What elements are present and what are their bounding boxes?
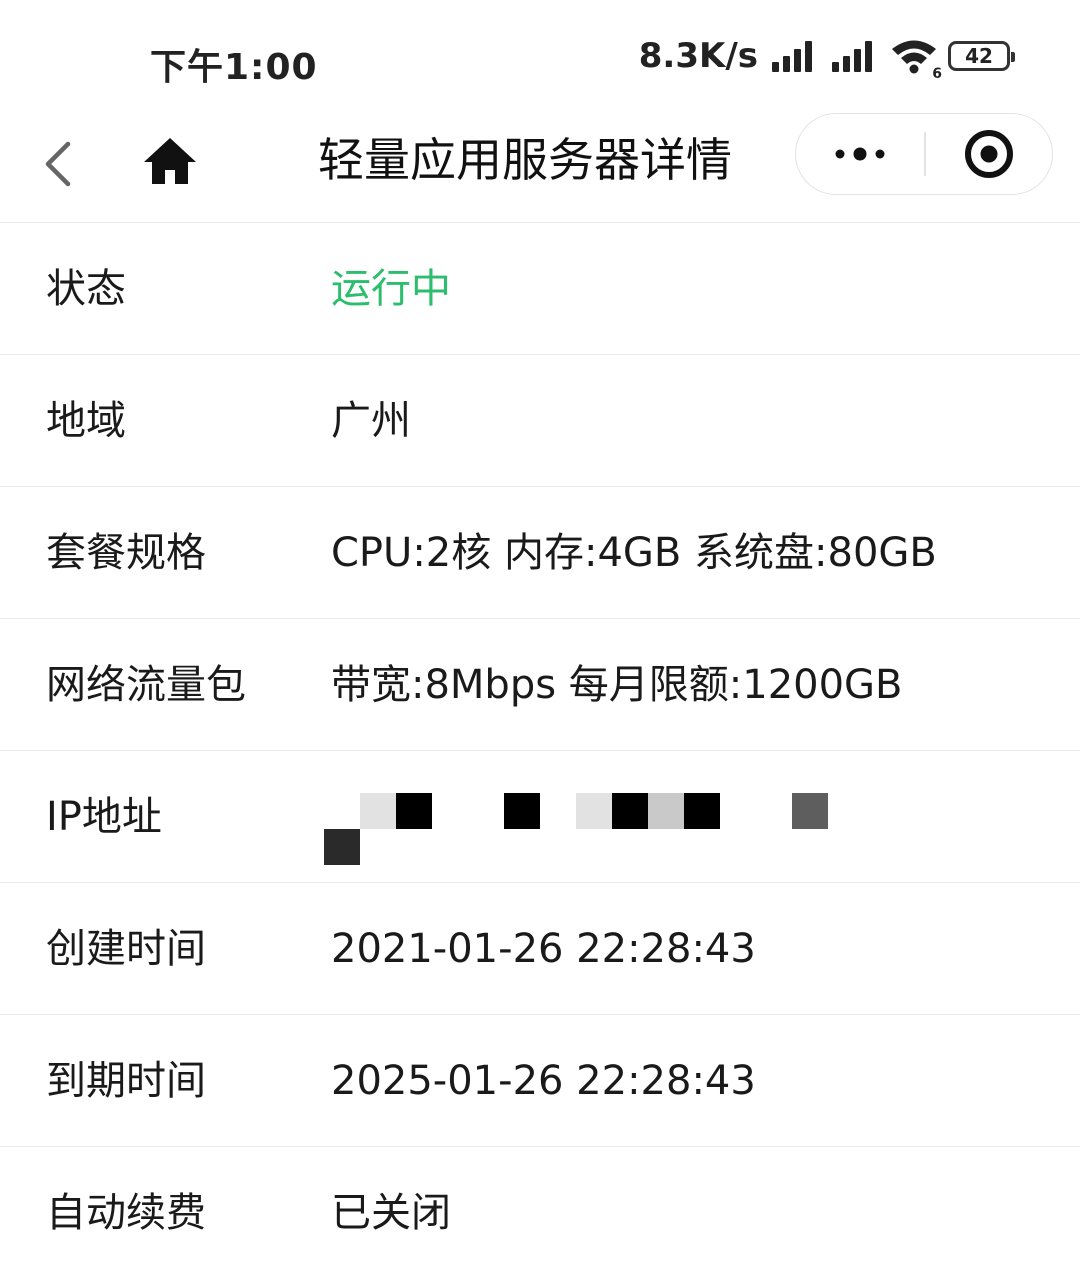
wifi-icon: 6 (890, 38, 942, 82)
battery-level: 42 (965, 44, 993, 68)
more-button[interactable] (796, 114, 924, 194)
row-label: 网络流量包 (46, 662, 246, 708)
status-time: 下午1:00 (150, 47, 318, 88)
mini-program-capsule (795, 113, 1053, 195)
chevron-left-icon (45, 141, 71, 187)
traffic-value: 带宽:8Mbps 每月限额:1200GB (331, 662, 903, 708)
home-button[interactable] (140, 130, 200, 190)
more-dots-icon (835, 147, 885, 161)
row-label: 地域 (46, 398, 126, 444)
navigation-bar: 轻量应用服务器详情 (0, 110, 1080, 220)
auto-renew-value: 已关闭 (331, 1190, 451, 1236)
page-title: 轻量应用服务器详情 (318, 133, 732, 187)
signal-icon (772, 40, 812, 72)
battery-icon: 42 (948, 41, 1015, 71)
wifi-badge: 6 (932, 66, 942, 82)
created-time-value: 2021-01-26 22:28:43 (331, 926, 756, 972)
server-detail-list: 状态 运行中 地域 广州 套餐规格 CPU:2核 内存:4GB 系统盘:80GB… (0, 222, 1080, 1278)
row-label: 创建时间 (46, 926, 206, 972)
back-button[interactable] (36, 132, 80, 196)
network-speed: 8.3K/s (638, 36, 758, 76)
status-bar: 下午1:00 8.3K/s 6 42 (0, 0, 1080, 110)
detail-row-expire: 到期时间 2025-01-26 22:28:43 (0, 1014, 1080, 1146)
target-circle-icon (965, 130, 1013, 178)
status-indicators: 8.3K/s 6 42 (638, 36, 1015, 82)
detail-row-created: 创建时间 2021-01-26 22:28:43 (0, 882, 1080, 1014)
status-value: 运行中 (331, 266, 451, 312)
home-icon (144, 138, 196, 184)
expire-time-value: 2025-01-26 22:28:43 (331, 1058, 756, 1104)
row-label: 套餐规格 (46, 530, 206, 576)
plan-value: CPU:2核 内存:4GB 系统盘:80GB (331, 530, 937, 576)
ip-address-redacted (324, 791, 844, 871)
signal-icon-2 (832, 40, 872, 72)
detail-row-region: 地域 广州 (0, 354, 1080, 486)
detail-row-ip: IP地址 (0, 750, 1080, 887)
detail-row-plan: 套餐规格 CPU:2核 内存:4GB 系统盘:80GB (0, 486, 1080, 618)
row-label: 到期时间 (46, 1058, 206, 1104)
close-button[interactable] (926, 114, 1052, 194)
row-label: IP地址 (46, 794, 162, 840)
row-label: 自动续费 (46, 1190, 206, 1236)
detail-row-status: 状态 运行中 (0, 222, 1080, 354)
detail-row-traffic: 网络流量包 带宽:8Mbps 每月限额:1200GB (0, 618, 1080, 750)
region-value: 广州 (331, 398, 411, 444)
detail-row-auto-renew: 自动续费 已关闭 (0, 1146, 1080, 1278)
row-label: 状态 (46, 266, 126, 312)
